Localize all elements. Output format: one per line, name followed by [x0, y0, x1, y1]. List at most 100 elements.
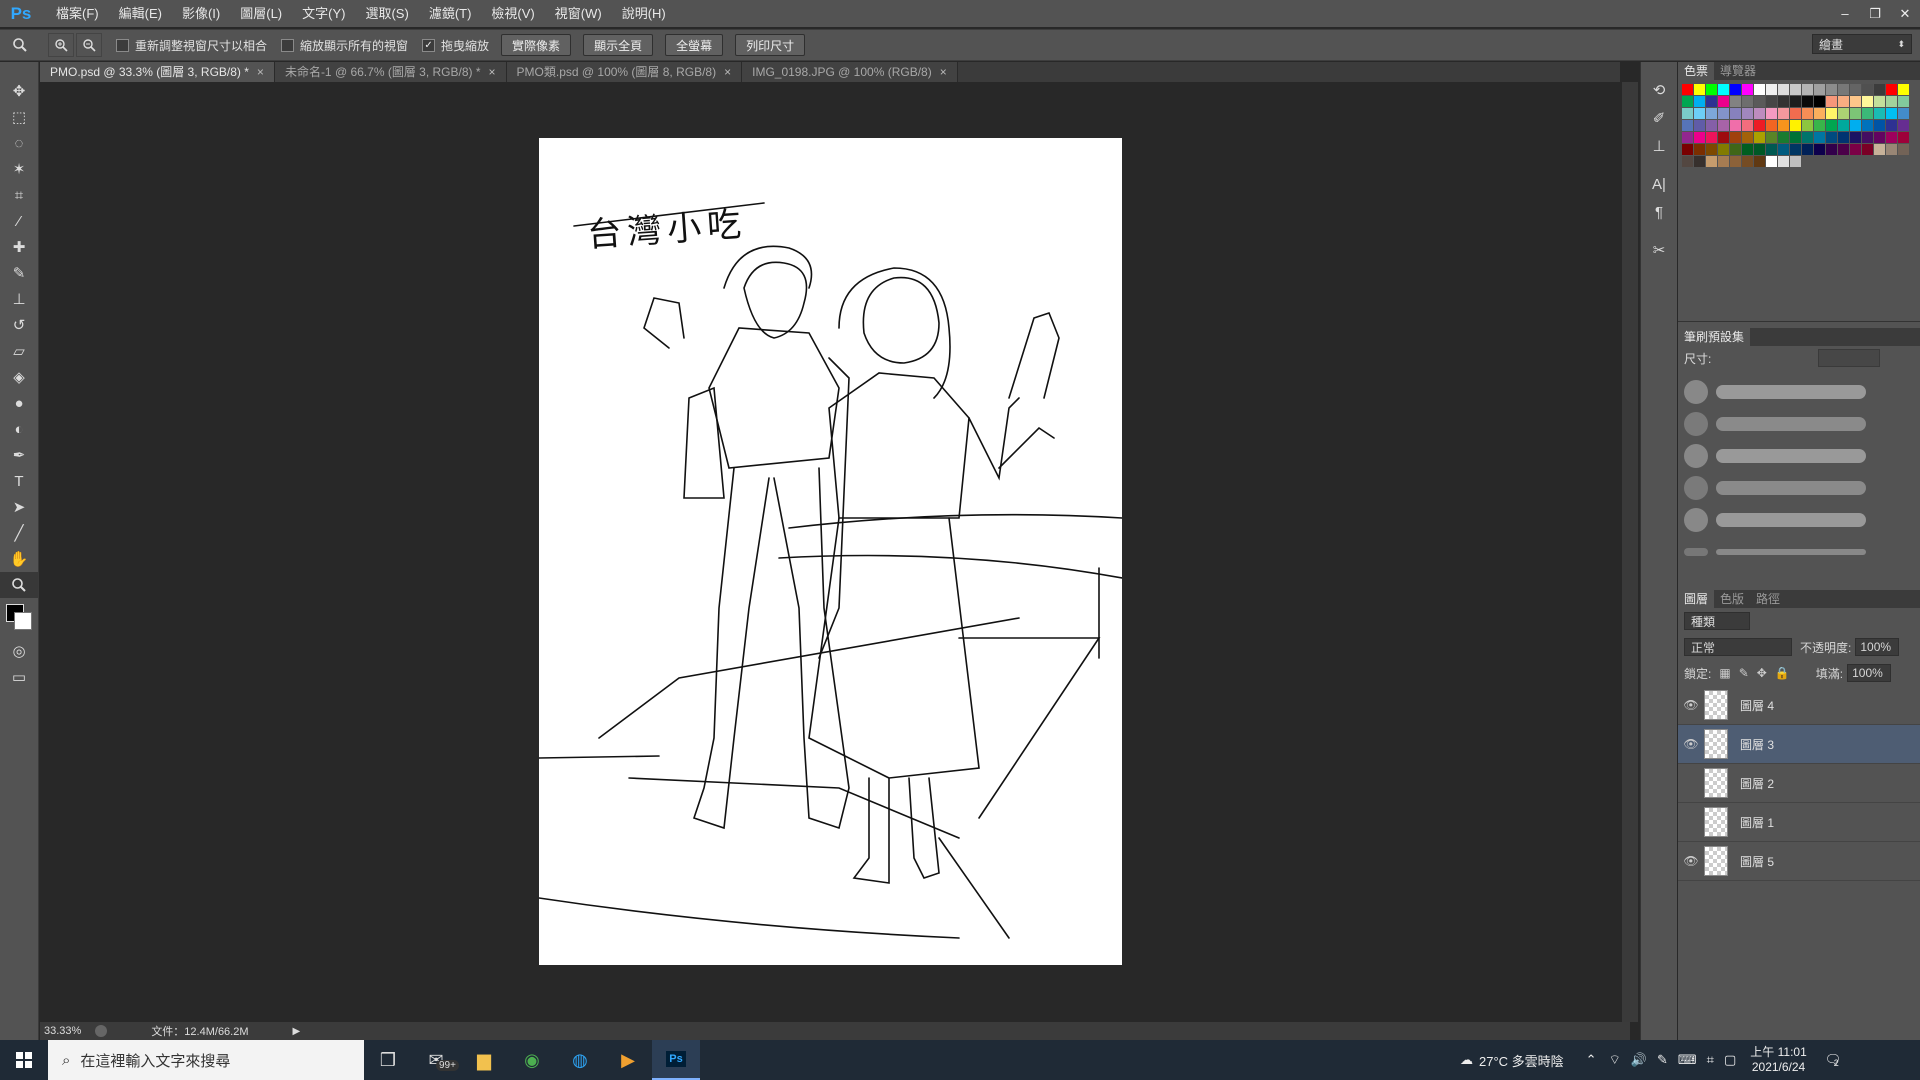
color-swatch[interactable] — [1826, 84, 1837, 95]
color-swatch[interactable] — [1886, 144, 1897, 155]
print-size-button[interactable]: 列印尺寸 — [735, 34, 806, 56]
tab-layers[interactable]: 圖層 — [1678, 590, 1715, 608]
color-swatch[interactable] — [1862, 144, 1873, 155]
screen-mode-icon[interactable]: ▭ — [0, 664, 38, 690]
menu-select[interactable]: 選取(S) — [355, 0, 418, 27]
color-swatch[interactable] — [1706, 84, 1717, 95]
color-swatch[interactable] — [1874, 84, 1885, 95]
color-swatch[interactable] — [1862, 108, 1873, 119]
clone-source-icon[interactable]: ⊥ — [1641, 132, 1677, 160]
color-swatch[interactable] — [1826, 120, 1837, 131]
action-icon[interactable]: ▢ — [1724, 1052, 1736, 1068]
color-swatch[interactable] — [1850, 120, 1861, 131]
menu-filter[interactable]: 濾鏡(T) — [419, 0, 482, 27]
visibility-eye-icon[interactable]: 👁 — [1678, 854, 1704, 868]
brush-tool-icon[interactable]: ✎ — [0, 260, 38, 286]
edge-icon[interactable]: ◍ — [556, 1040, 604, 1080]
color-swatch[interactable] — [1886, 120, 1897, 131]
color-swatch[interactable] — [1730, 108, 1741, 119]
windows-start-icon[interactable] — [0, 1040, 48, 1080]
resize-windows-checkbox[interactable] — [116, 38, 129, 52]
move-tool-icon[interactable]: ✥ — [0, 78, 38, 104]
stamp-tool-icon[interactable]: ⊥ — [0, 286, 38, 312]
color-swatch[interactable] — [1862, 132, 1873, 143]
zoom-level[interactable]: 33.33% — [44, 1025, 81, 1037]
menu-file[interactable]: 檔案(F) — [46, 0, 109, 27]
color-swatch[interactable] — [1886, 132, 1897, 143]
tab-paths[interactable]: 路徑 — [1750, 590, 1786, 608]
color-swatch[interactable] — [1682, 84, 1693, 95]
close-icon[interactable]: × — [257, 65, 264, 79]
pen-icon[interactable]: ✎ — [1657, 1052, 1668, 1068]
color-swatch[interactable] — [1778, 84, 1789, 95]
share-icon[interactable] — [95, 1025, 108, 1037]
color-swatch[interactable] — [1742, 132, 1753, 143]
color-swatch[interactable] — [1862, 120, 1873, 131]
lock-pixels-icon[interactable]: ▦ — [1719, 666, 1730, 680]
color-swatch[interactable] — [1754, 156, 1765, 167]
weather-icon[interactable]: ☁ — [1460, 1052, 1473, 1068]
history-icon[interactable]: ⟲ — [1641, 76, 1677, 104]
color-swatch[interactable] — [1802, 132, 1813, 143]
color-swatch[interactable] — [1766, 84, 1777, 95]
resize-windows-option[interactable]: 重新調整視窗尺寸以相合 — [116, 37, 267, 54]
workspace-select[interactable]: 繪畫 ⬍ — [1812, 34, 1912, 54]
color-swatch[interactable] — [1742, 108, 1753, 119]
tab-pmo[interactable]: PMO.psd @ 33.3% (圖層 3, RGB/8) * × — [40, 62, 275, 82]
color-swatch[interactable] — [1838, 108, 1849, 119]
color-swatch[interactable] — [1718, 120, 1729, 131]
brush-preset[interactable] — [1684, 536, 1914, 568]
color-swatch[interactable] — [1694, 144, 1705, 155]
color-swatch[interactable] — [1730, 156, 1741, 167]
close-button[interactable]: ✕ — [1890, 0, 1920, 27]
color-swatch[interactable] — [1874, 120, 1885, 131]
brush-settings-icon[interactable]: ✐ — [1641, 104, 1677, 132]
color-swatch[interactable] — [1850, 84, 1861, 95]
lock-all-icon[interactable]: 🔒 — [1775, 666, 1790, 680]
color-swatch[interactable] — [1814, 84, 1825, 95]
color-swatch[interactable] — [1694, 120, 1705, 131]
color-swatch[interactable] — [1706, 120, 1717, 131]
character-icon[interactable]: A| — [1641, 170, 1677, 198]
color-swatch[interactable] — [1754, 84, 1765, 95]
color-swatch[interactable] — [1802, 144, 1813, 155]
tab-brush-presets[interactable]: 筆刷預設集 — [1678, 328, 1751, 346]
tab-pmo-class[interactable]: PMO類.psd @ 100% (圖層 8, RGB/8) × — [506, 62, 743, 82]
paint-bucket-tool-icon[interactable]: ◈ — [0, 364, 38, 390]
ime-icon[interactable]: ⌗ — [1707, 1052, 1714, 1068]
color-swatch[interactable] — [1838, 144, 1849, 155]
minimize-button[interactable]: – — [1830, 0, 1860, 27]
color-swatch[interactable] — [1766, 96, 1777, 107]
color-swatch[interactable] — [1706, 156, 1717, 167]
visibility-eye-icon[interactable]: 👁 — [1678, 737, 1704, 751]
color-swatch[interactable] — [1778, 144, 1789, 155]
color-swatch[interactable] — [1766, 108, 1777, 119]
color-swatch[interactable] — [1706, 108, 1717, 119]
tool-presets-icon[interactable]: ✂ — [1641, 236, 1677, 264]
healing-brush-tool-icon[interactable]: ✚ — [0, 234, 38, 260]
color-swatch[interactable] — [1790, 132, 1801, 143]
path-selection-tool-icon[interactable]: ➤ — [0, 494, 38, 520]
color-swatch[interactable] — [1742, 144, 1753, 155]
fill-input[interactable]: 100% — [1847, 664, 1892, 682]
color-swatch[interactable] — [1850, 108, 1861, 119]
color-swatch[interactable] — [1886, 108, 1897, 119]
close-icon[interactable]: × — [489, 65, 496, 79]
lasso-tool-icon[interactable]: ◌ — [0, 130, 38, 156]
color-swatch[interactable] — [1790, 144, 1801, 155]
brush-size-input[interactable] — [1818, 349, 1880, 367]
fit-screen-button[interactable]: 顯示全頁 — [583, 34, 654, 56]
color-swatch[interactable] — [1778, 120, 1789, 131]
chrome-icon[interactable]: ◉ — [508, 1040, 556, 1080]
restore-button[interactable]: ❐ — [1860, 0, 1890, 27]
color-swatch[interactable] — [1850, 132, 1861, 143]
color-swatch[interactable] — [1838, 96, 1849, 107]
color-swatch[interactable] — [1682, 132, 1693, 143]
color-swatch[interactable] — [1742, 156, 1753, 167]
color-swatch[interactable] — [1730, 144, 1741, 155]
scrubby-zoom-checkbox[interactable]: ✓ — [422, 38, 436, 52]
color-swatch[interactable] — [1826, 96, 1837, 107]
color-swatch[interactable] — [1862, 84, 1873, 95]
fill-screen-button[interactable]: 全螢幕 — [665, 34, 724, 56]
hand-tool-icon[interactable]: ✋ — [0, 546, 38, 572]
